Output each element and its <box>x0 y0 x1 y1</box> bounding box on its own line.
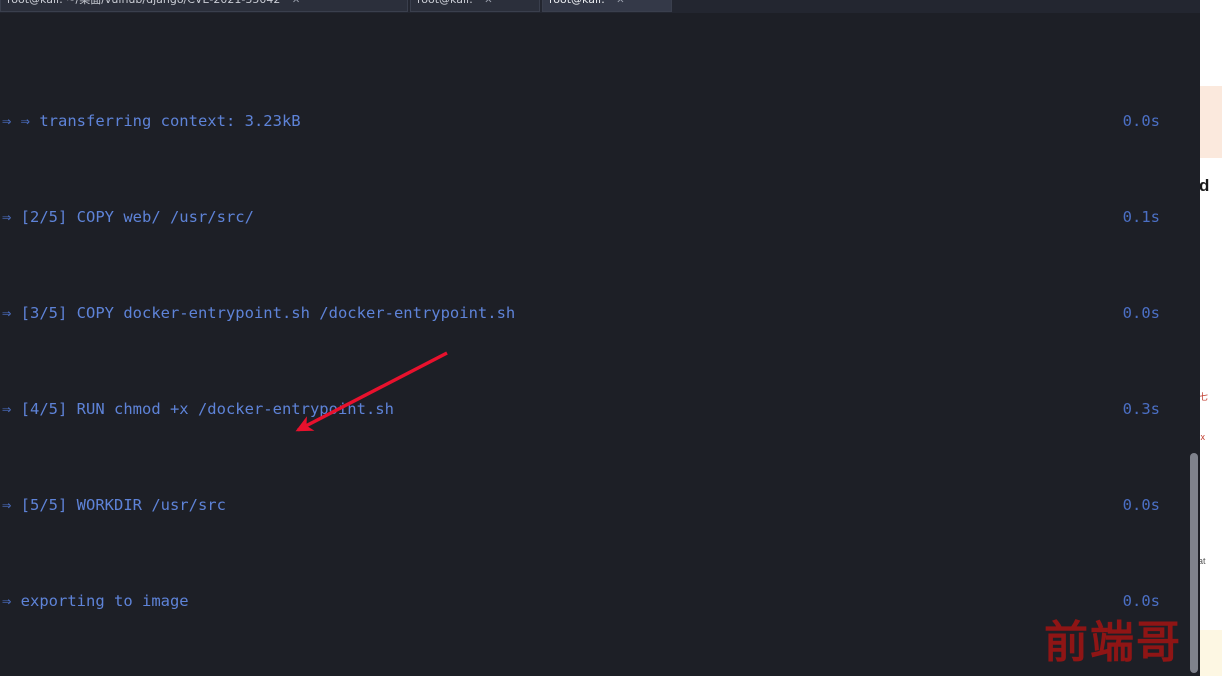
build-time: 0.0s <box>1122 304 1160 322</box>
build-time: 0.3s <box>1122 400 1160 418</box>
build-log-line: ⇒ ⇒ transferring context: 3.23kB 0.0s <box>0 109 1188 133</box>
close-icon[interactable]: ✕ <box>484 0 492 6</box>
build-time: 0.1s <box>1122 208 1160 226</box>
terminal-tab-1[interactable]: root@kali: ~/桌面/vulhub/django/CVE-2021-3… <box>0 0 408 12</box>
terminal-tab-1-title: root@kali: ~/桌面/vulhub/django/CVE-2021-3… <box>7 0 280 6</box>
scrollbar-thumb[interactable] <box>1190 453 1198 673</box>
terminal-window: root@kali: ~/桌面/vulhub/django/CVE-2021-3… <box>0 0 1200 676</box>
build-arrow: ⇒ <box>2 496 21 514</box>
build-text: exporting to image <box>20 592 189 610</box>
build-log-line: ⇒ [4/5] RUN chmod +x /docker-entrypoint.… <box>0 397 1188 421</box>
build-time: 0.0s <box>1122 496 1160 514</box>
build-text: transferring context: 3.23kB <box>39 112 301 130</box>
bg-glyph-t: 七 <box>1199 392 1209 402</box>
build-arrow: ⇒ <box>2 400 21 418</box>
terminal-output[interactable]: ⇒ ⇒ transferring context: 3.23kB 0.0s ⇒ [… <box>0 13 1188 676</box>
terminal-scrollbar[interactable] <box>1188 13 1200 676</box>
build-time: 0.0s <box>1122 592 1160 610</box>
close-icon[interactable]: ✕ <box>616 0 624 6</box>
build-text: [4/5] RUN chmod +x /docker-entrypoint.sh <box>20 400 394 418</box>
terminal-tab-3-title: root@kali: <box>549 0 605 6</box>
build-text: [3/5] COPY docker-entrypoint.sh /docker-… <box>20 304 516 322</box>
terminal-tab-2[interactable]: root@kali: ✕ <box>410 0 540 12</box>
build-text: [2/5] COPY web/ /usr/src/ <box>20 208 254 226</box>
build-arrow: ⇒ <box>2 592 21 610</box>
terminal-tab-3[interactable]: root@kali: ✕ <box>542 0 672 12</box>
build-time: 0.0s <box>1122 112 1160 130</box>
build-arrow: ⇒ ⇒ <box>2 112 40 130</box>
build-text: [5/5] WORKDIR /usr/src <box>20 496 226 514</box>
bg-glyph-d: d <box>1199 176 1210 195</box>
terminal-tab-2-title: root@kali: <box>417 0 473 6</box>
screen: d 七 ]x at root@kali: ~/桌面/vulhub/django/… <box>0 0 1222 676</box>
build-log-line: ⇒ [2/5] COPY web/ /usr/src/0.1s <box>0 205 1188 229</box>
build-log-line: ⇒ [3/5] COPY docker-entrypoint.sh /docke… <box>0 301 1188 325</box>
build-arrow: ⇒ <box>2 304 21 322</box>
build-arrow: ⇒ <box>2 208 21 226</box>
build-log-line: ⇒ [5/5] WORKDIR /usr/src 0.0s <box>0 493 1188 517</box>
terminal-tab-bar: root@kali: ~/桌面/vulhub/django/CVE-2021-3… <box>0 0 1200 13</box>
build-log-line: ⇒ exporting to image 0.0s <box>0 589 1188 613</box>
close-icon[interactable]: ✕ <box>292 0 300 6</box>
